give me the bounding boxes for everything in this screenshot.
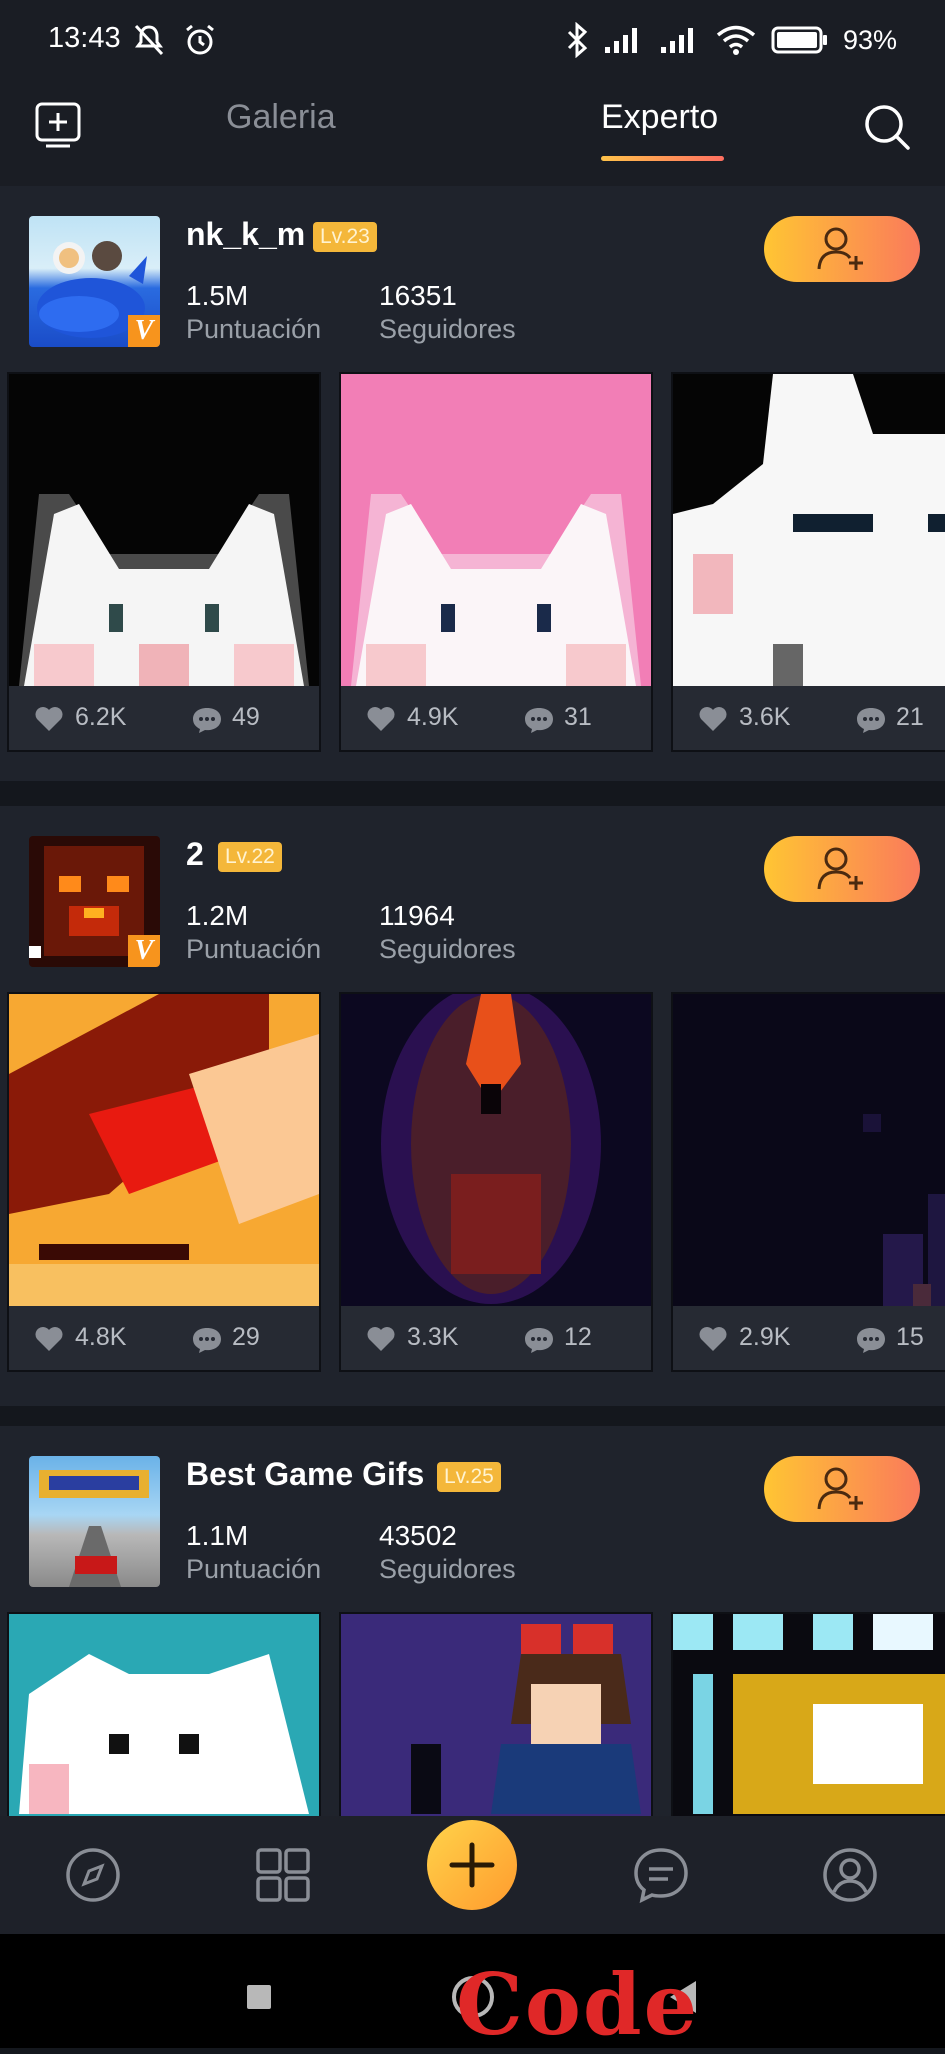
level-badge: Lv.22	[218, 842, 282, 872]
likes-count: 2.9K	[739, 1323, 791, 1351]
level-badge: Lv.23	[313, 222, 377, 252]
comments-count: 31	[564, 703, 592, 731]
comments-count: 12	[564, 1323, 592, 1351]
username[interactable]: nk_k_m	[186, 216, 305, 253]
user-card: V nk_k_m Lv.23 1.5M Puntuación 16351 Seg…	[0, 186, 945, 781]
follow-button[interactable]	[764, 216, 920, 282]
comment-icon	[193, 708, 221, 733]
heart-icon	[367, 707, 395, 731]
score-label: Puntuación	[186, 934, 322, 964]
add-user-icon	[817, 227, 863, 270]
followers-value: 43502	[379, 1520, 457, 1551]
artwork-card[interactable]	[339, 1612, 653, 1816]
comments-count: 29	[232, 1323, 260, 1351]
followers-label: Seguidores	[379, 1554, 516, 1584]
artwork-card[interactable]: 2.9K 15	[671, 992, 945, 1372]
artwork-card[interactable]: 6.2K 49	[7, 372, 321, 752]
status-bar: 13:43 93%	[0, 0, 945, 84]
add-user-icon	[817, 1467, 863, 1510]
plus-icon	[449, 1842, 495, 1888]
artwork-image	[9, 374, 319, 686]
avatar[interactable]: V	[29, 836, 160, 967]
follow-button[interactable]	[764, 1456, 920, 1522]
mute-icon	[134, 24, 164, 56]
artwork-image	[341, 374, 651, 686]
user-card: V 2 Lv.22 1.2M Puntuación 11964 Seguidor…	[0, 806, 945, 1406]
create-button[interactable]	[427, 1820, 517, 1910]
artwork-image	[341, 994, 651, 1306]
alarm-icon	[186, 24, 214, 55]
likes-count: 4.9K	[407, 703, 459, 731]
followers-label: Seguidores	[379, 934, 516, 964]
battery-percent: 93%	[842, 24, 897, 55]
avatar[interactable]	[29, 1456, 160, 1587]
comment-icon	[193, 1328, 221, 1353]
profile-icon[interactable]	[821, 1846, 879, 1904]
comments-count: 15	[896, 1323, 924, 1351]
status-time: 13:43	[48, 22, 121, 54]
grid-icon[interactable]	[254, 1846, 312, 1904]
avatar[interactable]: V	[29, 216, 160, 347]
comment-icon	[857, 1328, 885, 1353]
heart-icon	[35, 1327, 63, 1351]
wifi-icon	[716, 25, 756, 55]
likes-count: 4.8K	[75, 1323, 127, 1351]
artwork-card[interactable]	[7, 1612, 321, 1816]
heart-icon	[699, 707, 727, 731]
score-value: 1.5M	[186, 280, 249, 311]
add-user-icon	[817, 847, 863, 890]
signal-icon	[660, 28, 693, 53]
followers-value: 11964	[379, 900, 455, 931]
artwork-image	[673, 374, 945, 686]
messages-icon[interactable]	[632, 1846, 690, 1904]
likes-count: 6.2K	[75, 703, 127, 731]
artwork-card[interactable]: 3.3K 12	[339, 992, 653, 1372]
likes-count: 3.6K	[739, 703, 791, 731]
battery-icon	[771, 26, 827, 54]
artwork-card[interactable]: 4.9K 31	[339, 372, 653, 752]
heart-icon	[35, 707, 63, 731]
username[interactable]: Best Game Gifs	[186, 1456, 424, 1493]
signal-icon	[604, 28, 637, 53]
user-card: Best Game Gifs Lv.25 1.1M Puntuación 435…	[0, 1426, 945, 1816]
verified-badge: V	[128, 315, 160, 347]
comment-icon	[857, 708, 885, 733]
heart-icon	[699, 1327, 727, 1351]
verified-badge: V	[128, 935, 160, 967]
heart-icon	[367, 1327, 395, 1351]
search-icon[interactable]	[862, 102, 912, 152]
comments-count: 49	[232, 703, 260, 731]
follow-button[interactable]	[764, 836, 920, 902]
username[interactable]: 2	[186, 836, 204, 873]
level-badge: Lv.25	[437, 1462, 501, 1492]
artwork-image	[673, 1614, 945, 1816]
score-value: 1.1M	[186, 1520, 249, 1551]
followers-label: Seguidores	[379, 314, 516, 344]
artwork-image	[9, 1614, 319, 1816]
artwork-image	[673, 994, 945, 1306]
recent-apps-icon[interactable]	[245, 1983, 273, 2011]
score-label: Puntuación	[186, 314, 322, 344]
bluetooth-icon	[567, 22, 588, 58]
followers-value: 16351	[379, 280, 457, 311]
artwork-card[interactable]: 4.8K 29	[7, 992, 321, 1372]
artwork-image	[341, 1614, 651, 1816]
add-post-icon[interactable]	[34, 101, 82, 149]
comment-icon	[525, 1328, 553, 1353]
artwork-card[interactable]	[671, 1612, 945, 1816]
compass-icon[interactable]	[64, 1846, 122, 1904]
active-tab-indicator	[601, 156, 724, 161]
score-value: 1.2M	[186, 900, 249, 931]
likes-count: 3.3K	[407, 1323, 459, 1351]
score-label: Puntuación	[186, 1554, 322, 1584]
artwork-image	[9, 994, 319, 1306]
top-navigation: Galeria Experto	[0, 84, 945, 186]
comment-icon	[525, 708, 553, 733]
tab-galeria[interactable]: Galeria	[226, 98, 336, 137]
artwork-card[interactable]: 3.6K 21	[671, 372, 945, 752]
comments-count: 21	[896, 703, 924, 731]
watermark: Code	[456, 1955, 700, 2054]
tab-experto[interactable]: Experto	[601, 98, 718, 137]
